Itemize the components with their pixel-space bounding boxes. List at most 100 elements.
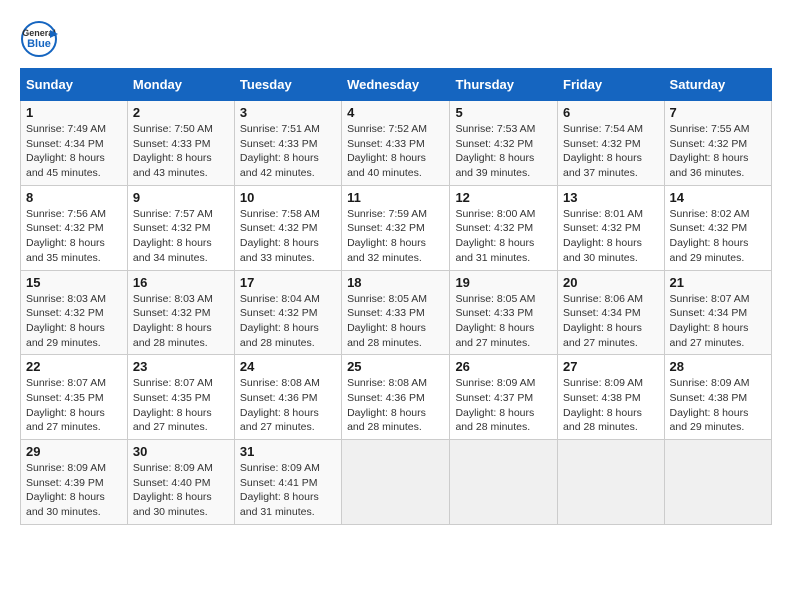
calendar-cell: 25 Sunrise: 8:08 AMSunset: 4:36 PMDaylig… bbox=[342, 355, 450, 440]
day-detail: Sunrise: 8:02 AMSunset: 4:32 PMDaylight:… bbox=[670, 208, 750, 264]
calendar-cell: 9 Sunrise: 7:57 AMSunset: 4:32 PMDayligh… bbox=[127, 185, 234, 270]
day-detail: Sunrise: 7:54 AMSunset: 4:32 PMDaylight:… bbox=[563, 123, 643, 179]
calendar-cell: 13 Sunrise: 8:01 AMSunset: 4:32 PMDaylig… bbox=[558, 185, 665, 270]
col-header-tuesday: Tuesday bbox=[234, 69, 341, 101]
day-detail: Sunrise: 8:03 AMSunset: 4:32 PMDaylight:… bbox=[133, 293, 213, 349]
calendar-cell: 2 Sunrise: 7:50 AMSunset: 4:33 PMDayligh… bbox=[127, 101, 234, 186]
day-number: 31 bbox=[240, 444, 336, 459]
day-number: 19 bbox=[455, 275, 552, 290]
day-detail: Sunrise: 8:08 AMSunset: 4:36 PMDaylight:… bbox=[347, 377, 427, 433]
calendar-cell: 21 Sunrise: 8:07 AMSunset: 4:34 PMDaylig… bbox=[664, 270, 771, 355]
svg-text:Blue: Blue bbox=[27, 38, 51, 50]
day-number: 10 bbox=[240, 190, 336, 205]
day-detail: Sunrise: 7:58 AMSunset: 4:32 PMDaylight:… bbox=[240, 208, 320, 264]
calendar-cell: 18 Sunrise: 8:05 AMSunset: 4:33 PMDaylig… bbox=[342, 270, 450, 355]
day-number: 20 bbox=[563, 275, 659, 290]
calendar-cell: 5 Sunrise: 7:53 AMSunset: 4:32 PMDayligh… bbox=[450, 101, 558, 186]
calendar-cell: 11 Sunrise: 7:59 AMSunset: 4:32 PMDaylig… bbox=[342, 185, 450, 270]
day-detail: Sunrise: 8:09 AMSunset: 4:41 PMDaylight:… bbox=[240, 462, 320, 518]
calendar-cell: 14 Sunrise: 8:02 AMSunset: 4:32 PMDaylig… bbox=[664, 185, 771, 270]
day-number: 13 bbox=[563, 190, 659, 205]
day-number: 18 bbox=[347, 275, 444, 290]
day-detail: Sunrise: 8:05 AMSunset: 4:33 PMDaylight:… bbox=[455, 293, 535, 349]
calendar-cell: 16 Sunrise: 8:03 AMSunset: 4:32 PMDaylig… bbox=[127, 270, 234, 355]
day-number: 11 bbox=[347, 190, 444, 205]
calendar-cell: 26 Sunrise: 8:09 AMSunset: 4:37 PMDaylig… bbox=[450, 355, 558, 440]
calendar-cell: 19 Sunrise: 8:05 AMSunset: 4:33 PMDaylig… bbox=[450, 270, 558, 355]
calendar-table: SundayMondayTuesdayWednesdayThursdayFrid… bbox=[20, 68, 772, 525]
col-header-monday: Monday bbox=[127, 69, 234, 101]
day-detail: Sunrise: 8:09 AMSunset: 4:39 PMDaylight:… bbox=[26, 462, 106, 518]
day-detail: Sunrise: 8:08 AMSunset: 4:36 PMDaylight:… bbox=[240, 377, 320, 433]
col-header-thursday: Thursday bbox=[450, 69, 558, 101]
day-detail: Sunrise: 7:49 AMSunset: 4:34 PMDaylight:… bbox=[26, 123, 106, 179]
col-header-saturday: Saturday bbox=[664, 69, 771, 101]
day-number: 29 bbox=[26, 444, 122, 459]
day-number: 6 bbox=[563, 105, 659, 120]
day-detail: Sunrise: 7:57 AMSunset: 4:32 PMDaylight:… bbox=[133, 208, 213, 264]
day-detail: Sunrise: 8:07 AMSunset: 4:35 PMDaylight:… bbox=[26, 377, 106, 433]
calendar-cell: 3 Sunrise: 7:51 AMSunset: 4:33 PMDayligh… bbox=[234, 101, 341, 186]
day-detail: Sunrise: 7:56 AMSunset: 4:32 PMDaylight:… bbox=[26, 208, 106, 264]
day-number: 28 bbox=[670, 359, 766, 374]
calendar-cell: 12 Sunrise: 8:00 AMSunset: 4:32 PMDaylig… bbox=[450, 185, 558, 270]
calendar-cell: 10 Sunrise: 7:58 AMSunset: 4:32 PMDaylig… bbox=[234, 185, 341, 270]
day-detail: Sunrise: 7:53 AMSunset: 4:32 PMDaylight:… bbox=[455, 123, 535, 179]
day-number: 9 bbox=[133, 190, 229, 205]
day-number: 22 bbox=[26, 359, 122, 374]
day-number: 17 bbox=[240, 275, 336, 290]
day-detail: Sunrise: 7:50 AMSunset: 4:33 PMDaylight:… bbox=[133, 123, 213, 179]
calendar-cell: 22 Sunrise: 8:07 AMSunset: 4:35 PMDaylig… bbox=[21, 355, 128, 440]
day-detail: Sunrise: 8:00 AMSunset: 4:32 PMDaylight:… bbox=[455, 208, 535, 264]
calendar-cell bbox=[450, 440, 558, 525]
logo-icon: General Blue bbox=[20, 20, 58, 58]
calendar-cell: 8 Sunrise: 7:56 AMSunset: 4:32 PMDayligh… bbox=[21, 185, 128, 270]
day-detail: Sunrise: 8:05 AMSunset: 4:33 PMDaylight:… bbox=[347, 293, 427, 349]
day-number: 2 bbox=[133, 105, 229, 120]
calendar-cell: 23 Sunrise: 8:07 AMSunset: 4:35 PMDaylig… bbox=[127, 355, 234, 440]
day-number: 14 bbox=[670, 190, 766, 205]
day-number: 15 bbox=[26, 275, 122, 290]
calendar-cell: 7 Sunrise: 7:55 AMSunset: 4:32 PMDayligh… bbox=[664, 101, 771, 186]
day-detail: Sunrise: 8:01 AMSunset: 4:32 PMDaylight:… bbox=[563, 208, 643, 264]
day-number: 24 bbox=[240, 359, 336, 374]
day-number: 27 bbox=[563, 359, 659, 374]
day-detail: Sunrise: 8:09 AMSunset: 4:37 PMDaylight:… bbox=[455, 377, 535, 433]
calendar-cell: 6 Sunrise: 7:54 AMSunset: 4:32 PMDayligh… bbox=[558, 101, 665, 186]
day-detail: Sunrise: 8:04 AMSunset: 4:32 PMDaylight:… bbox=[240, 293, 320, 349]
day-number: 16 bbox=[133, 275, 229, 290]
day-number: 1 bbox=[26, 105, 122, 120]
calendar-cell bbox=[664, 440, 771, 525]
day-detail: Sunrise: 7:59 AMSunset: 4:32 PMDaylight:… bbox=[347, 208, 427, 264]
calendar-cell: 28 Sunrise: 8:09 AMSunset: 4:38 PMDaylig… bbox=[664, 355, 771, 440]
page-header: General Blue bbox=[20, 20, 772, 58]
day-detail: Sunrise: 7:51 AMSunset: 4:33 PMDaylight:… bbox=[240, 123, 320, 179]
day-number: 3 bbox=[240, 105, 336, 120]
calendar-cell: 27 Sunrise: 8:09 AMSunset: 4:38 PMDaylig… bbox=[558, 355, 665, 440]
day-detail: Sunrise: 8:09 AMSunset: 4:38 PMDaylight:… bbox=[563, 377, 643, 433]
col-header-sunday: Sunday bbox=[21, 69, 128, 101]
day-detail: Sunrise: 8:09 AMSunset: 4:40 PMDaylight:… bbox=[133, 462, 213, 518]
day-number: 25 bbox=[347, 359, 444, 374]
calendar-cell: 1 Sunrise: 7:49 AMSunset: 4:34 PMDayligh… bbox=[21, 101, 128, 186]
calendar-cell: 4 Sunrise: 7:52 AMSunset: 4:33 PMDayligh… bbox=[342, 101, 450, 186]
day-detail: Sunrise: 7:55 AMSunset: 4:32 PMDaylight:… bbox=[670, 123, 750, 179]
day-number: 30 bbox=[133, 444, 229, 459]
day-number: 12 bbox=[455, 190, 552, 205]
col-header-wednesday: Wednesday bbox=[342, 69, 450, 101]
calendar-cell: 30 Sunrise: 8:09 AMSunset: 4:40 PMDaylig… bbox=[127, 440, 234, 525]
day-number: 8 bbox=[26, 190, 122, 205]
logo: General Blue bbox=[20, 20, 58, 58]
day-detail: Sunrise: 8:07 AMSunset: 4:34 PMDaylight:… bbox=[670, 293, 750, 349]
day-detail: Sunrise: 8:09 AMSunset: 4:38 PMDaylight:… bbox=[670, 377, 750, 433]
calendar-cell bbox=[342, 440, 450, 525]
day-number: 21 bbox=[670, 275, 766, 290]
calendar-cell bbox=[558, 440, 665, 525]
calendar-cell: 24 Sunrise: 8:08 AMSunset: 4:36 PMDaylig… bbox=[234, 355, 341, 440]
col-header-friday: Friday bbox=[558, 69, 665, 101]
calendar-cell: 20 Sunrise: 8:06 AMSunset: 4:34 PMDaylig… bbox=[558, 270, 665, 355]
calendar-cell: 31 Sunrise: 8:09 AMSunset: 4:41 PMDaylig… bbox=[234, 440, 341, 525]
calendar-cell: 29 Sunrise: 8:09 AMSunset: 4:39 PMDaylig… bbox=[21, 440, 128, 525]
calendar-cell: 15 Sunrise: 8:03 AMSunset: 4:32 PMDaylig… bbox=[21, 270, 128, 355]
day-detail: Sunrise: 8:07 AMSunset: 4:35 PMDaylight:… bbox=[133, 377, 213, 433]
